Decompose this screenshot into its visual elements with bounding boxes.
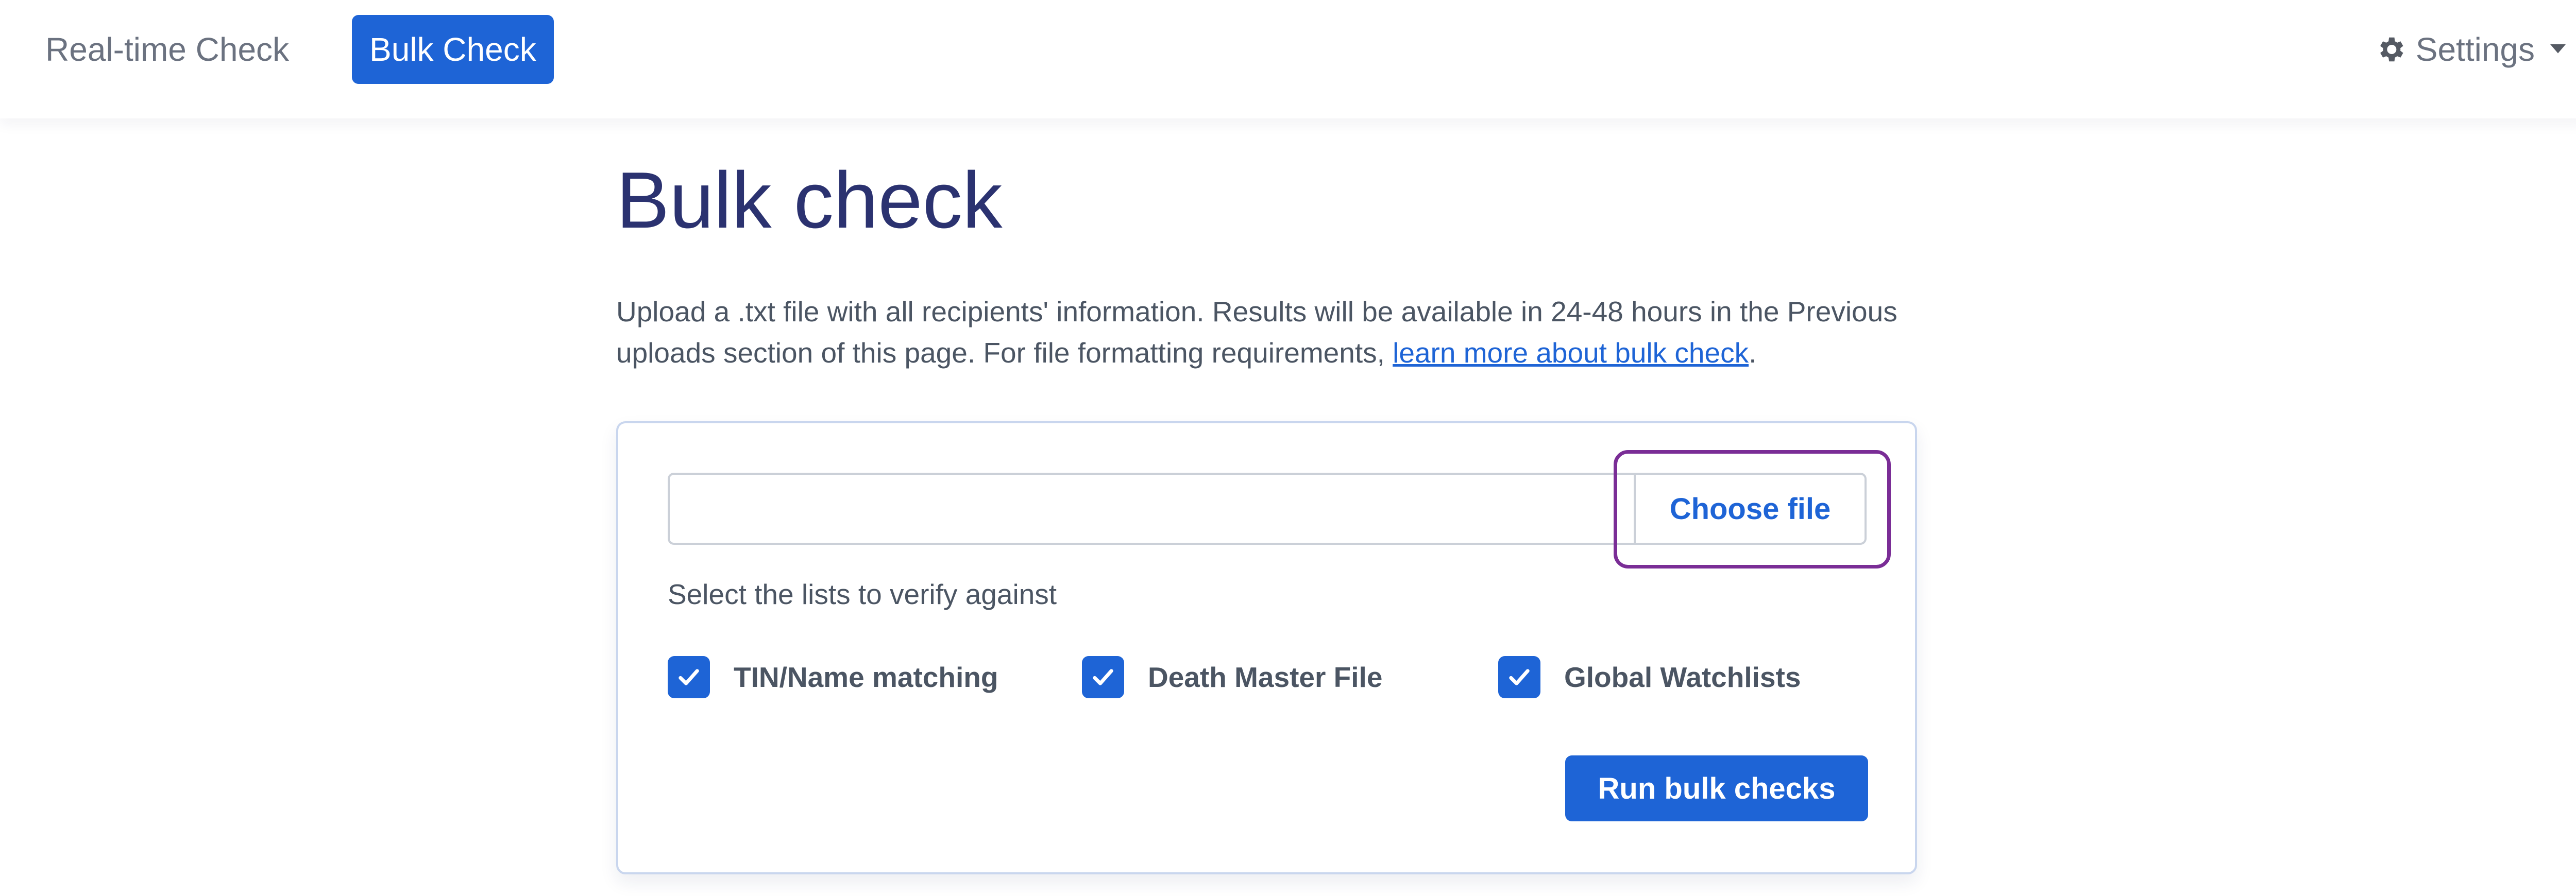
lists-label: Select the lists to verify against [668,578,1057,610]
gear-icon [2380,37,2403,62]
check-tin-name[interactable]: TIN/Name matching [668,656,998,698]
check-death-master[interactable]: Death Master File [1082,656,1382,698]
nav-tab-bulk-check[interactable]: Bulk Check [352,15,554,84]
caret-down-icon [2550,44,2566,54]
settings-label: Settings [2415,31,2535,68]
focus-highlight [1614,450,1891,568]
checkmark-icon [1509,669,1530,685]
top-nav: Real-time Check Bulk Check Settings [0,0,2576,118]
check-label: Death Master File [1148,661,1383,693]
check-label: Global Watchlists [1564,661,1801,693]
checkmark-icon [1093,669,1113,685]
nav-tab-realtime-check[interactable]: Real-time Check [28,15,307,84]
checkbox-checked[interactable] [1082,656,1124,698]
settings-menu[interactable]: Settings [2375,15,2566,84]
check-global-watchlists[interactable]: Global Watchlists [1498,656,1801,698]
bulk-upload-card: Choose file Select the lists to verify a… [616,421,1917,874]
checkbox-checked[interactable] [668,656,710,698]
intro-text: Upload a .txt file with all recipients' … [616,291,1914,373]
run-bulk-checks-button[interactable]: Run bulk checks [1565,755,1868,821]
file-path-field[interactable] [668,473,1634,545]
check-label: TIN/Name matching [734,661,998,693]
intro-end: . [1749,337,1757,369]
checkbox-checked[interactable] [1498,656,1540,698]
checkmark-icon [679,669,699,685]
page-title: Bulk check [616,156,1003,245]
learn-more-link[interactable]: learn more about bulk check [1393,337,1749,369]
